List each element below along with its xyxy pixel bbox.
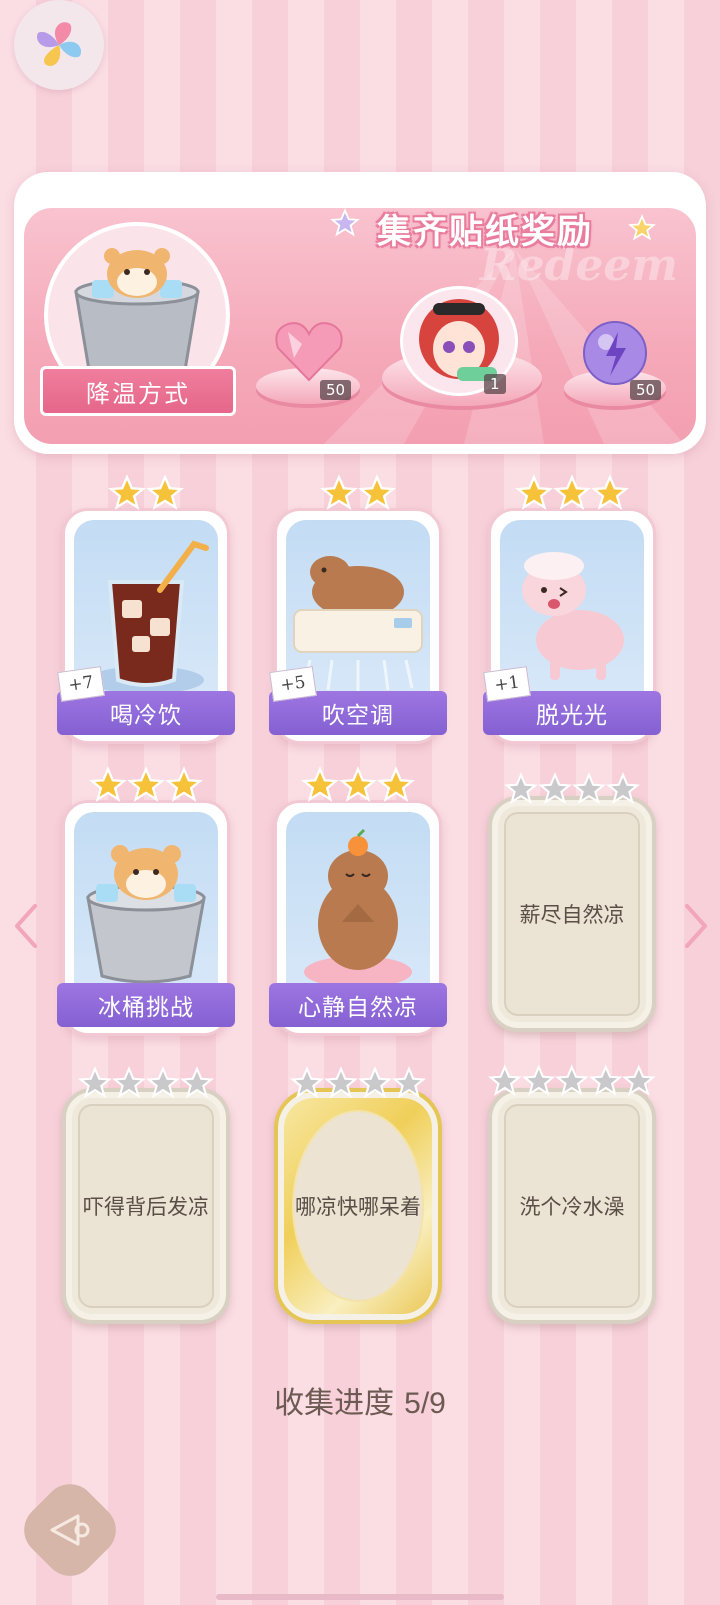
locked-sticker-plate: 哪凉快哪呆着 bbox=[292, 1110, 424, 1302]
gold-star-icon bbox=[146, 474, 184, 510]
star-decoration-icon bbox=[628, 214, 656, 241]
reward-count: 1 bbox=[484, 374, 506, 394]
gold-star-icon bbox=[320, 474, 358, 510]
grey-star-icon bbox=[622, 1064, 656, 1096]
gold-star-icon bbox=[553, 474, 591, 510]
meditating-capybara-icon bbox=[304, 828, 412, 988]
star-rating bbox=[488, 1064, 656, 1098]
sticker-bonus-tag: +7 bbox=[57, 666, 105, 702]
purple-energy-orb-icon[interactable] bbox=[580, 318, 650, 388]
grey-star-icon bbox=[538, 772, 572, 805]
locked-sticker-plate: 洗个冷水澡 bbox=[504, 1104, 640, 1308]
sticker-label: 吓得背后发凉 bbox=[83, 1195, 209, 1219]
sticker-card-strip-off[interactable]: 脱光光 +1 bbox=[483, 508, 661, 744]
gold-star-icon bbox=[339, 766, 377, 802]
cooling-method-ribbon[interactable]: 降温方式 bbox=[40, 366, 236, 416]
sticker-card-ice-bucket[interactable]: 冰桶挑战 bbox=[57, 800, 235, 1036]
sticker-art bbox=[74, 812, 218, 1002]
grey-star-icon bbox=[180, 1066, 214, 1099]
progress-label: 收集进度 bbox=[274, 1386, 395, 1421]
grey-star-icon bbox=[504, 772, 538, 805]
grey-star-icon bbox=[488, 1064, 522, 1096]
grey-star-icon bbox=[112, 1066, 146, 1099]
locked-sticker-card[interactable]: 薪尽自然凉 bbox=[488, 796, 656, 1032]
locked-sticker-card-gold[interactable]: 哪凉快哪呆着 bbox=[274, 1088, 442, 1324]
gold-star-icon bbox=[165, 766, 203, 802]
reward-count: 50 bbox=[630, 380, 662, 400]
gold-star-icon bbox=[515, 474, 553, 510]
sticker-label: 冰桶挑战 bbox=[57, 983, 235, 1027]
grey-star-icon bbox=[78, 1066, 112, 1099]
sticker-label: 哪凉快哪呆着 bbox=[295, 1195, 421, 1219]
sticker-label: 洗个冷水澡 bbox=[519, 1195, 625, 1219]
chevron-left-icon bbox=[15, 904, 37, 948]
sticker-art bbox=[286, 812, 430, 1002]
sticker-label: 心静自然凉 bbox=[269, 983, 447, 1027]
locked-sticker-card[interactable]: 洗个冷水澡 bbox=[488, 1088, 656, 1324]
sticker-bonus-tag: +5 bbox=[269, 666, 317, 702]
gold-star-icon bbox=[301, 766, 339, 802]
grey-star-icon bbox=[588, 1064, 623, 1096]
gold-star-icon bbox=[377, 766, 415, 802]
star-rating bbox=[298, 766, 418, 804]
sticker-card-air-conditioner[interactable]: 吹空调 +5 bbox=[269, 508, 447, 744]
sticker-card-drink-cold[interactable]: 喝冷饮 +7 bbox=[57, 508, 235, 744]
cooling-method-label: 降温方式 bbox=[86, 379, 190, 408]
collection-progress: 收集进度 5/9 bbox=[0, 1378, 720, 1422]
sticker-card-calm-mind[interactable]: 心静自然凉 bbox=[269, 800, 447, 1036]
grey-star-icon bbox=[572, 772, 606, 805]
star-rating bbox=[78, 1066, 214, 1100]
grey-star-icon bbox=[146, 1066, 180, 1099]
pinwheel-logo-icon bbox=[36, 22, 82, 66]
grey-star-icon bbox=[392, 1066, 426, 1099]
chevron-right-icon bbox=[685, 904, 707, 948]
home-indicator bbox=[216, 1594, 504, 1600]
sticker-bonus-tag: +1 bbox=[483, 666, 531, 702]
star-rating bbox=[86, 766, 206, 804]
grey-star-icon bbox=[324, 1066, 358, 1099]
locked-sticker-card[interactable]: 吓得背后发凉 bbox=[62, 1088, 230, 1324]
next-page-button[interactable] bbox=[676, 896, 716, 956]
star-rating bbox=[100, 474, 192, 512]
grey-star-icon bbox=[358, 1066, 392, 1099]
app-logo[interactable] bbox=[14, 0, 104, 90]
banner-title: 集齐贴纸奖励 bbox=[377, 212, 593, 252]
reward-count: 50 bbox=[320, 380, 352, 400]
pink-heart-gem-icon[interactable] bbox=[272, 318, 346, 384]
progress-value: 5/9 bbox=[404, 1387, 446, 1420]
gold-star-icon bbox=[89, 766, 127, 802]
gold-star-icon bbox=[108, 474, 146, 510]
star-rating bbox=[512, 474, 632, 512]
previous-page-button[interactable] bbox=[6, 896, 46, 956]
star-rating bbox=[290, 1066, 426, 1100]
star-rating bbox=[504, 772, 640, 806]
sticker-label: 薪尽自然凉 bbox=[519, 903, 625, 927]
grey-star-icon bbox=[555, 1064, 589, 1096]
gold-star-icon bbox=[358, 474, 396, 510]
back-arrow-icon bbox=[50, 1514, 90, 1546]
grey-star-icon bbox=[290, 1066, 324, 1099]
grey-star-icon bbox=[606, 772, 640, 805]
locked-sticker-plate: 吓得背后发凉 bbox=[78, 1104, 214, 1308]
gold-star-icon bbox=[591, 474, 629, 510]
gold-star-icon bbox=[127, 766, 165, 802]
locked-sticker-plate: 薪尽自然凉 bbox=[504, 812, 640, 1016]
grey-star-icon bbox=[521, 1064, 556, 1096]
star-rating bbox=[312, 474, 404, 512]
hamster-ice-bucket-icon bbox=[86, 845, 206, 984]
back-button[interactable] bbox=[13, 1473, 127, 1587]
